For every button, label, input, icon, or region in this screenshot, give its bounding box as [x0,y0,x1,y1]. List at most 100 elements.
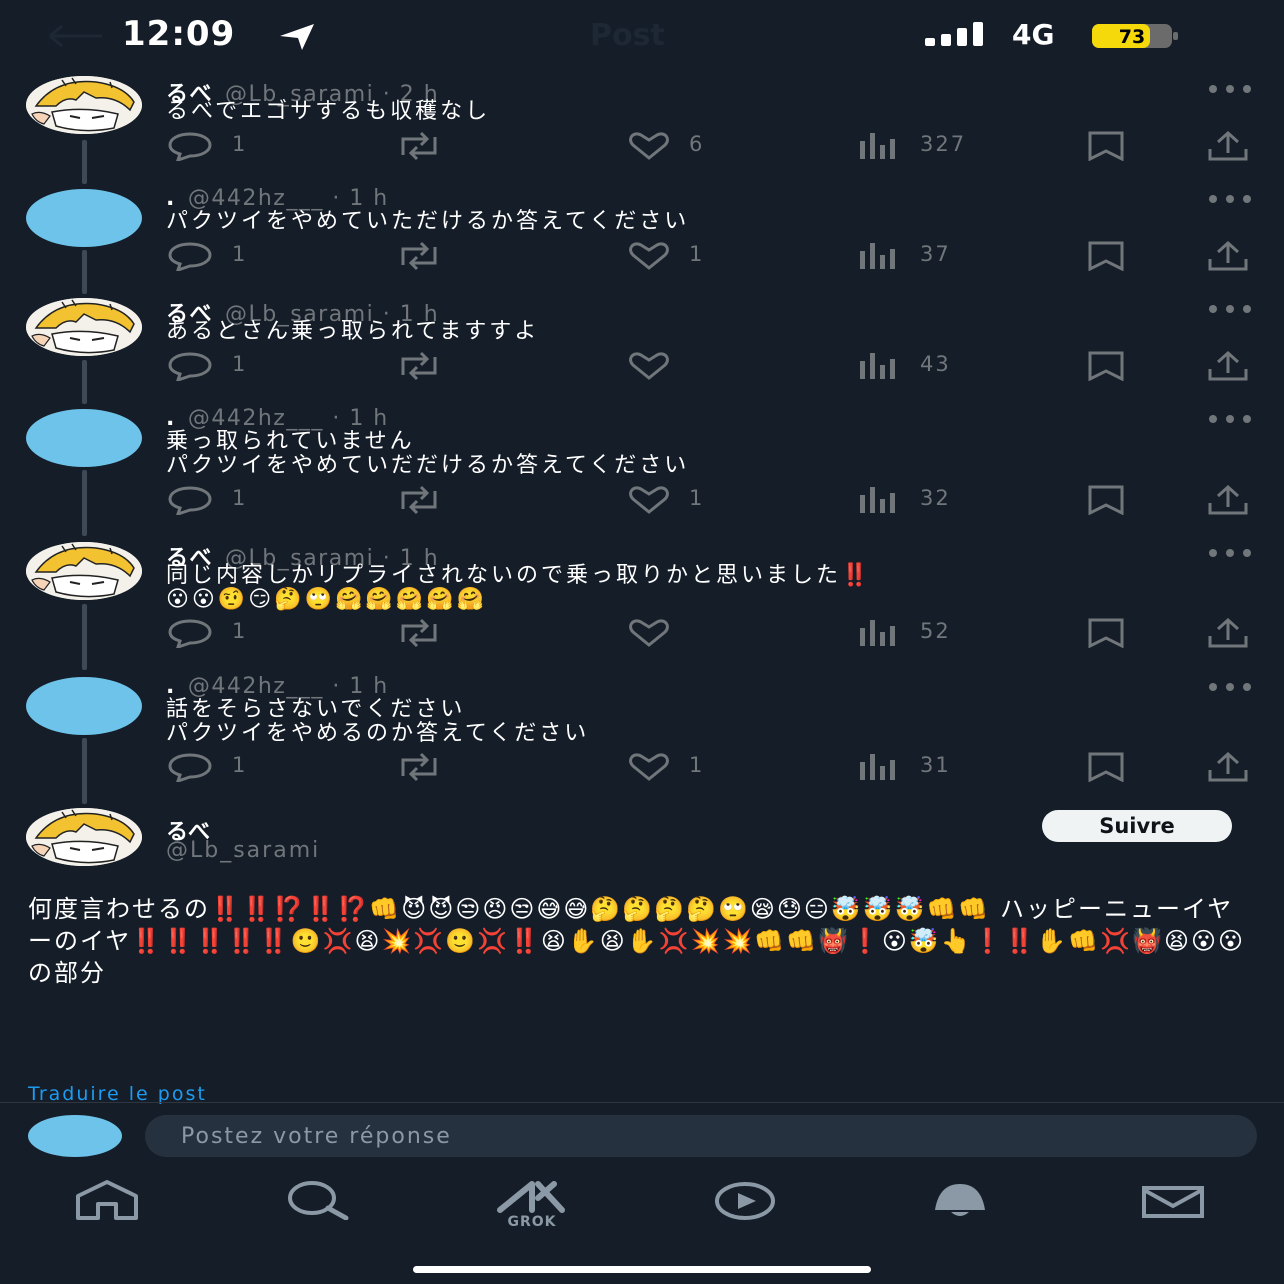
battery-level: 73 [1119,26,1145,48]
thread-line [82,470,87,536]
more-options-icon[interactable] [1208,548,1252,558]
tweet-header: . @442hz___ · 1 h [166,186,389,211]
heart-icon [629,486,669,514]
more-options-icon[interactable] [1208,682,1252,692]
author-meta[interactable]: @442hz___ · 1 h [188,674,389,699]
more-options-icon[interactable] [1208,414,1252,424]
avatar[interactable] [26,298,142,356]
views-icon [860,353,895,379]
bookmark-icon [1088,351,1124,381]
nav-messages[interactable] [1140,1180,1210,1230]
avatar[interactable] [26,76,142,134]
views-icon [860,243,895,269]
reply-count: 1 [232,352,248,376]
like-count: 1 [689,242,705,266]
status-time: 12:09 [122,14,236,54]
reply-count: 1 [232,242,248,266]
reply-input[interactable] [145,1115,1257,1157]
heart-icon [629,619,669,647]
bookmark-icon [1088,618,1124,648]
like-count: 1 [689,753,705,777]
more-options-icon[interactable] [1208,194,1252,204]
nav-search[interactable] [284,1180,354,1230]
home-icon [76,1180,138,1220]
heart-icon [629,352,669,380]
avatar[interactable] [26,189,142,247]
thread-line [82,140,87,184]
header-title: Post [590,18,665,53]
views-count: 327 [920,132,967,156]
search-icon [288,1181,349,1220]
heart-icon [629,753,669,781]
tweet-text: 同じ内容しかリプライされないので乗っ取りかと思いました‼️ 😮😮🤨😏🤔🙄🤗🤗🤗🤗… [166,563,872,612]
author-meta[interactable]: @442hz___ · 1 h [188,406,389,431]
thread-line [82,604,87,670]
main-author-handle[interactable]: @Lb_sarami [166,838,320,863]
mail-icon [1142,1186,1204,1218]
avatar[interactable] [26,677,142,735]
reply-icon [168,132,212,161]
like-count: 1 [689,486,705,510]
more-options-icon[interactable] [1208,84,1252,94]
nav-grok[interactable]: GROK [492,1180,572,1230]
retweet-icon [401,485,437,515]
main-avatar[interactable] [26,808,142,866]
avatar[interactable] [26,542,142,600]
signal-icon [925,22,983,46]
back-arrow-icon[interactable] [46,24,106,48]
thread-line [82,250,87,294]
reply-icon [168,486,212,515]
reply-icon [168,352,212,381]
reply-icon [168,242,212,271]
status-bar: Post 12:09 4G 73 [0,0,1284,70]
retweet-icon [401,131,437,161]
thread-line [82,360,87,404]
tweet-header: . @442hz___ · 1 h [166,674,389,699]
retweet-icon [401,241,437,271]
avatar[interactable] [26,409,142,467]
author-meta[interactable]: @442hz___ · 1 h [188,186,389,211]
author-name[interactable]: . [166,406,176,431]
reply-count: 1 [232,132,248,156]
heart-icon [629,242,669,270]
reply-avatar [28,1115,122,1157]
nav-video[interactable] [710,1180,780,1230]
play-circle-icon [715,1182,775,1220]
views-icon [860,487,895,513]
views-count: 37 [920,242,951,266]
share-icon [1208,241,1248,271]
divider [0,1102,1284,1103]
network-type: 4G [1012,18,1055,51]
nav-home[interactable] [72,1180,142,1230]
reply-icon [168,619,212,648]
bookmark-icon [1088,485,1124,515]
bookmark-icon [1088,131,1124,161]
author-name[interactable]: . [166,674,176,699]
tweet-text: あるとさん乗っ取られてますすよ [166,319,540,344]
home-indicator[interactable] [413,1266,871,1273]
share-icon [1208,618,1248,648]
views-count: 43 [920,352,951,376]
grok-label: GROK [507,1214,557,1230]
tweet-text: 乗っ取られていません パクツイをやめていだだけるか答えてください [166,429,690,478]
location-arrow-icon [280,24,314,50]
bookmark-icon [1088,752,1124,782]
retweet-icon [401,618,437,648]
retweet-icon [401,752,437,782]
share-icon [1208,485,1248,515]
nav-notifications[interactable] [925,1180,995,1230]
thread-line [82,738,87,804]
main-post-text: 何度言わせるの‼️‼️⁉️‼️⁉️👊😈😈😒😠😒😅😅🤔🤔🤔🤔🙄😪😓😑🤯🤯🤯👊👊 ハ… [28,895,1246,987]
more-options-icon[interactable] [1208,304,1252,314]
views-icon [860,620,895,646]
reply-count: 1 [232,619,248,643]
author-name[interactable]: . [166,186,176,211]
views-count: 32 [920,486,951,510]
tweet-text: パクツイをやめていただけるか答えてください [166,209,690,234]
follow-button[interactable]: Suivre [1042,810,1232,842]
reply-count: 1 [232,753,248,777]
bell-icon [935,1184,985,1216]
reply-count: 1 [232,486,248,510]
battery-icon: 73 [1092,24,1178,48]
retweet-icon [401,351,437,381]
